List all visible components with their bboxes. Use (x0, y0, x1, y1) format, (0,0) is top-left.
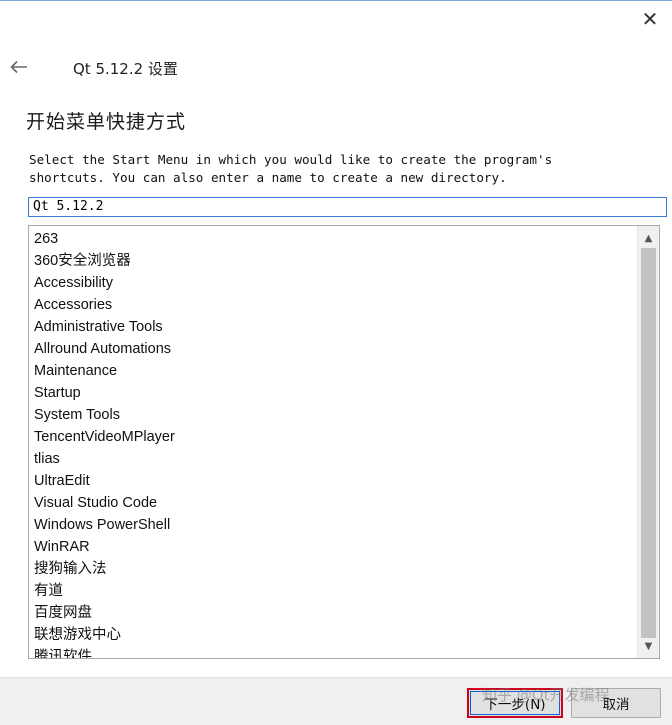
folder-list-item[interactable]: 263 (29, 228, 637, 250)
back-button[interactable] (4, 52, 34, 82)
footer-bar: 下一步(N) 取消 (0, 677, 672, 725)
start-menu-directory-input[interactable] (28, 197, 667, 217)
folder-list-item[interactable]: Accessories (29, 294, 637, 316)
window-top-border (0, 0, 672, 1)
folder-list-item[interactable]: Startup (29, 382, 637, 404)
folder-list-item[interactable]: Maintenance (29, 360, 637, 382)
folder-list-item[interactable]: Administrative Tools (29, 316, 637, 338)
start-menu-folder-list[interactable]: 263 360安全浏览器 Accessibility Accessories Admin… (28, 225, 660, 659)
scroll-thumb[interactable] (641, 248, 656, 638)
folder-list-item[interactable]: UltraEdit (29, 470, 637, 492)
page-description: Select the Start Menu in which you would… (29, 152, 553, 185)
chevron-up-icon: ▲ (644, 232, 653, 244)
chevron-down-icon: ▼ (644, 640, 653, 652)
next-button[interactable]: 下一步(N) (467, 688, 563, 718)
page-title: 开始菜单快捷方式 (26, 111, 187, 133)
folder-list-item[interactable]: tlias (29, 448, 637, 470)
folder-list-item[interactable]: 有道 (29, 580, 637, 602)
folder-list-items: 263 360安全浏览器 Accessibility Accessories Admin… (29, 228, 637, 658)
folder-list-item[interactable]: 搜狗输入法 (29, 558, 637, 580)
folder-list-item[interactable]: 联想游戏中心 (29, 624, 637, 646)
folder-list-item[interactable]: 百度网盘 (29, 602, 637, 624)
folder-list-item[interactable]: Allround Automations (29, 338, 637, 360)
list-scrollbar[interactable]: ▲ ▼ (637, 226, 659, 658)
folder-list-item[interactable]: System Tools (29, 404, 637, 426)
close-icon: ✕ (641, 7, 659, 31)
folder-list-item[interactable]: Windows PowerShell (29, 514, 637, 536)
close-button[interactable]: ✕ (628, 2, 672, 36)
folder-list-item[interactable]: 腾讯软件 (29, 646, 637, 658)
cancel-button[interactable]: 取消 (571, 688, 661, 718)
folder-list-item[interactable]: Accessibility (29, 272, 637, 294)
scroll-down-button[interactable]: ▼ (638, 636, 659, 656)
folder-list-item[interactable]: WinRAR (29, 536, 637, 558)
window-title: Qt 5.12.2 设置 (73, 60, 178, 78)
scroll-up-button[interactable]: ▲ (638, 228, 659, 248)
folder-list-item[interactable]: TencentVideoMPlayer (29, 426, 637, 448)
folder-list-item[interactable]: Visual Studio Code (29, 492, 637, 514)
folder-list-item[interactable]: 360安全浏览器 (29, 250, 637, 272)
back-arrow-icon (10, 60, 27, 74)
